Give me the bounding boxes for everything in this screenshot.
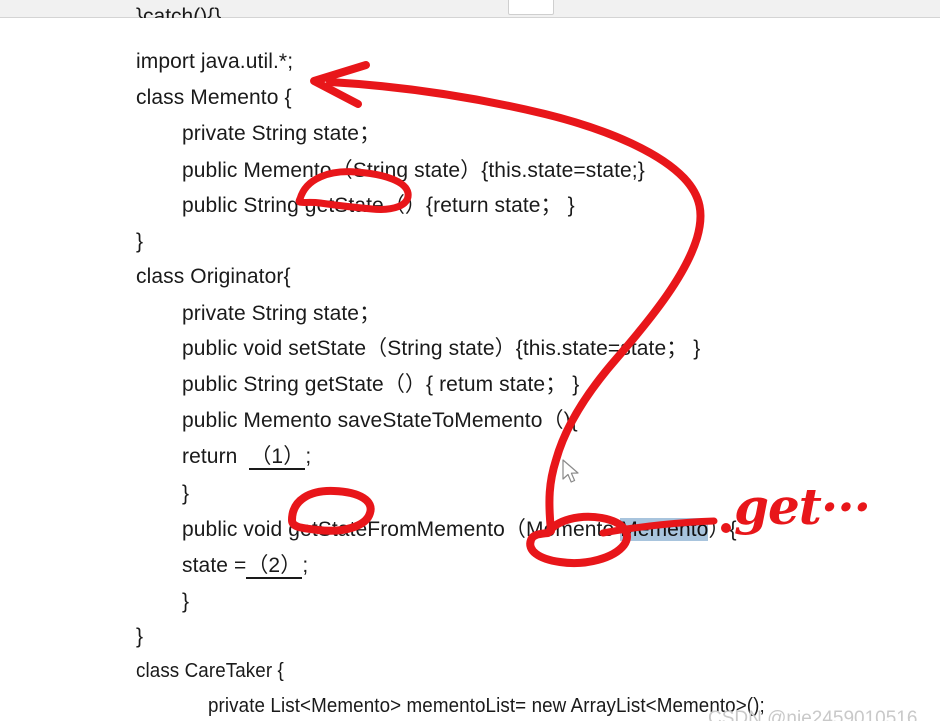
csdn-watermark: CSDN @nie2459010516 (708, 708, 918, 721)
param-line-suffix: ）{ (708, 518, 737, 541)
blank-line-prefix: state = (182, 554, 247, 577)
document-page[interactable]: }catch(){} import java.util.*; class Meme… (0, 6, 940, 721)
code-line-blank-2: state =（2）; (182, 554, 309, 579)
screenshot-root: }catch(){} import java.util.*; class Meme… (0, 0, 940, 721)
code-line: public String getState（）{return state； } (182, 194, 575, 217)
code-line: private String state； (182, 122, 381, 145)
code-line: } (182, 590, 190, 613)
answer-blank-slot[interactable]: （1） (249, 445, 306, 470)
code-line: } (136, 625, 144, 648)
code-line: private List<Memento> mementoList= new A… (208, 695, 765, 717)
answer-blank-slot[interactable]: （2） (246, 554, 303, 579)
code-line: public Memento（String state）{this.state=… (182, 159, 645, 182)
param-line-prefix: public void getStateFromMemento（Memento (182, 518, 621, 541)
handwritten-note-get: get··· (734, 477, 871, 536)
mouse-cursor-icon (562, 459, 579, 483)
blank-line-suffix: ; (302, 554, 309, 577)
code-line: public String getState（）{ retum state； } (182, 373, 580, 396)
code-line: public void setState（String state）{this.… (182, 337, 701, 360)
code-line: private String state； (182, 302, 381, 325)
code-line: class Originator{ (136, 265, 291, 288)
code-line: } (136, 230, 144, 253)
code-line-getstatefrommemento: public void getStateFromMemento（Memento … (182, 518, 737, 541)
blank-line-prefix: return (182, 445, 250, 468)
code-line: class Memento { (136, 86, 292, 109)
code-line: import java.util.*; (136, 50, 294, 73)
top-clip-mask (0, 18, 940, 24)
chrome-tab-box[interactable] (508, 0, 554, 15)
code-line: } (182, 482, 190, 505)
code-line: public Memento saveStateToMemento（){ (182, 409, 578, 432)
code-line: class CareTaker { (136, 660, 284, 682)
selected-text-highlight[interactable]: Memento (620, 518, 709, 541)
code-line-blank-1: return （1）; (182, 445, 312, 470)
blank-line-suffix: ; (305, 445, 312, 468)
